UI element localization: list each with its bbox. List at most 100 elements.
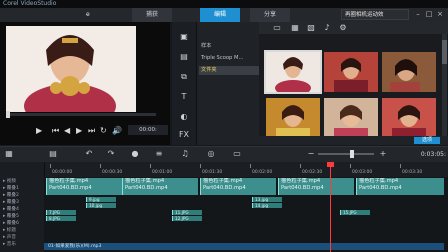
overlay-clip[interactable]: 15.JPG (340, 210, 370, 215)
zoom-slider[interactable] (318, 153, 374, 155)
scrubber-handle[interactable] (6, 111, 10, 118)
video-clip[interactable]: 猫色粒子集.mp4 Part040.BD.mp4 (278, 178, 354, 195)
repeat-icon[interactable]: ↻ (100, 126, 107, 136)
playhead[interactable] (330, 162, 331, 252)
zoom-out-icon[interactable]: − (306, 149, 316, 159)
track-header-label[interactable]: ▸ 覆叠1 (3, 185, 43, 192)
search-input[interactable]: 再圈相机运动效 (341, 9, 409, 20)
video-clip[interactable]: 猫色粒子集.mp4 Part040.BD.mp4 (122, 178, 198, 195)
track-header-label[interactable]: ▸ 覆叠5 (3, 213, 43, 220)
auto-music-icon[interactable]: ♫ (180, 149, 190, 159)
library-thumbnail[interactable] (324, 98, 378, 138)
ruler-label: 00:02:30 (302, 170, 323, 175)
clip-subname: Part040.BD.mp4 (281, 185, 324, 191)
overlay-clip[interactable]: 14.jpg (252, 203, 282, 208)
track-header-label[interactable]: ▸ 覆叠4 (3, 206, 43, 213)
overlay-clip[interactable]: 7.JPG (46, 210, 76, 215)
track-header-label[interactable]: ▸ 视频 (3, 178, 43, 185)
ruler-tick (350, 164, 351, 168)
overlay-clip[interactable]: 13.jpg (252, 197, 282, 202)
overlay-clip[interactable]: 8.JPG (46, 216, 76, 221)
video-clip[interactable]: 猫色粒子集.mp4 Part040.BD.mp4 (356, 178, 444, 195)
video-clip[interactable]: 猫色粒子集.mp4 Part040.BD.mp4 (200, 178, 276, 195)
volume-icon[interactable]: 🔊 (112, 126, 122, 136)
tab-share[interactable]: 分享 (250, 8, 290, 22)
storyboard-view-icon[interactable]: ▦ (4, 149, 14, 159)
folder-icon[interactable]: ▭ (272, 23, 282, 33)
timeline-timecode[interactable]: 0:03:05: (400, 150, 446, 160)
library-item-folder[interactable]: 文件夹 (199, 66, 259, 75)
track-header-label[interactable]: ▸ 覆叠3 (3, 199, 43, 206)
options-button[interactable]: 选项 (414, 137, 440, 144)
audio-filter-icon[interactable]: ♪ (322, 23, 332, 33)
ruler-tick (100, 164, 101, 168)
prev-icon[interactable]: ⏮ (52, 126, 59, 136)
subtitle-icon[interactable]: ▭ (232, 149, 242, 159)
forward-icon[interactable]: ▶ (76, 126, 82, 136)
track-header-label[interactable]: ▸ 覆叠6 (3, 220, 43, 227)
ruler-label: 00:00:30 (102, 170, 123, 175)
transition-icon[interactable]: ⧉ (178, 72, 190, 82)
sort-icon[interactable]: ⚙ (338, 23, 348, 33)
ruler-label: 00:01:30 (202, 170, 223, 175)
overlay-clip[interactable]: 11.JPG (172, 210, 202, 215)
library-item-samples[interactable]: 样本 (199, 42, 259, 51)
library-item-triple-scoop[interactable]: Triple Scoop M... (199, 54, 259, 63)
tab-capture[interactable]: 捕获 (132, 8, 172, 22)
ruler-tick (200, 164, 201, 168)
clip-name: 猫色粒子集.mp4 (49, 178, 89, 184)
ruler-label: 00:01:00 (152, 170, 173, 175)
video-filter-icon[interactable]: ▦ (290, 23, 300, 33)
playhead-handle[interactable] (327, 162, 334, 167)
track-header-label[interactable]: ▸ 覆叠2 (3, 192, 43, 199)
library-thumbnail[interactable] (382, 98, 436, 138)
overlay-clip[interactable]: 12.JPG (172, 216, 202, 221)
clip-subname: Part040.BD.mp4 (359, 185, 402, 191)
zoom-in-icon[interactable]: + (378, 149, 388, 159)
close-icon[interactable]: × (436, 10, 444, 18)
photo-filter-icon[interactable]: ▧ (306, 23, 316, 33)
clip-subname: Part040.BD.mp4 (49, 185, 92, 191)
mixer-icon[interactable]: ≡ (154, 149, 164, 159)
library-thumbnail[interactable] (264, 50, 322, 94)
overlay-clip[interactable]: 9.jpg (86, 197, 116, 202)
library-toolbar (259, 22, 448, 34)
preview-scrubber[interactable] (6, 113, 156, 116)
video-clip[interactable]: 猫色粒子集.mp4 Part040.BD.mp4 (46, 178, 122, 195)
title-icon[interactable]: T (178, 92, 190, 102)
clip-subname: Part040.BD.mp4 (203, 185, 246, 191)
rewind-icon[interactable]: ◀ (64, 126, 70, 136)
instant-project-icon[interactable]: ▤ (178, 52, 190, 62)
maximize-icon[interactable]: □ (425, 10, 433, 18)
play-icon[interactable]: ▶ (36, 126, 42, 136)
media-icon[interactable]: ▣ (178, 32, 190, 42)
app-title: Corel VideoStudio (3, 0, 57, 7)
clip-name: 猫色粒子集.mp4 (125, 178, 165, 184)
audio-clip[interactable]: 01-如果爱我(乐)(M).mp3 (44, 243, 444, 250)
ruler-tick (400, 164, 401, 168)
ruler-tick (250, 164, 251, 168)
tab-edit[interactable]: 编辑 (200, 8, 240, 22)
preview-timecode[interactable]: 00:00: (128, 125, 168, 135)
undo-icon[interactable]: ↶ (84, 149, 94, 159)
zoom-slider-handle[interactable] (350, 150, 354, 158)
ruler-tick (300, 164, 301, 168)
clip-name: 猫色粒子集.mp4 (359, 178, 399, 184)
graphic-icon[interactable]: ◐ (178, 112, 190, 122)
overlay-clip[interactable]: 10.jpg (86, 203, 116, 208)
library-scrollbar-thumb[interactable] (442, 40, 447, 64)
redo-icon[interactable]: ↷ (106, 149, 116, 159)
next-icon[interactable]: ⏭ (88, 126, 95, 136)
clip-subname: Part040.BD.mp4 (125, 185, 168, 191)
timeline-view-icon[interactable]: ▤ (48, 149, 58, 159)
library-thumbnail[interactable] (324, 52, 378, 92)
library-thumbnail[interactable] (266, 98, 320, 138)
track-header-label[interactable]: ▸ 音乐 (3, 241, 43, 248)
library-thumbnail[interactable] (382, 52, 436, 92)
track-header-label[interactable]: ▸ 声音 (3, 234, 43, 241)
track-header-label[interactable]: ▸ 标题 (3, 227, 43, 234)
motion-tracking-icon[interactable]: ◎ (206, 149, 216, 159)
minimize-icon[interactable]: – (414, 10, 422, 18)
record-icon[interactable]: ● (130, 149, 140, 159)
filter-icon[interactable]: FX (178, 130, 190, 140)
